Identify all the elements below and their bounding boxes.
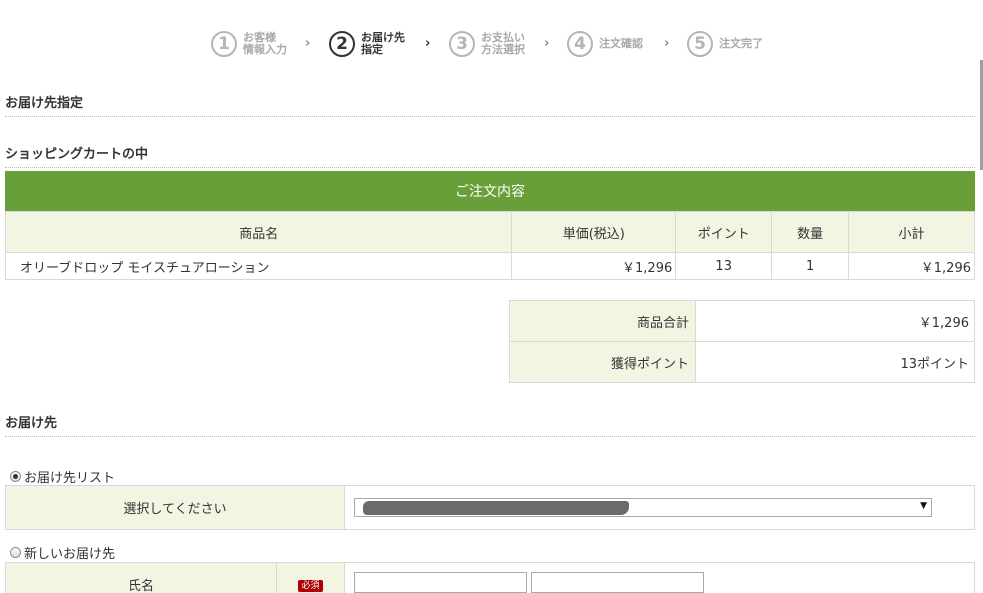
step-5-number: 5 bbox=[687, 31, 713, 57]
product-points: 13 bbox=[675, 252, 773, 280]
step-2: 2 お届け先 指定 bbox=[329, 28, 405, 60]
chevron-right-icon: › bbox=[305, 36, 311, 51]
step-4-number: 4 bbox=[567, 31, 593, 57]
name-label: 氏名 bbox=[5, 562, 277, 593]
table-row: 選択してください ▼ bbox=[5, 485, 975, 530]
new-address-option[interactable]: 新しいお届け先 bbox=[10, 543, 115, 562]
step-1-label: お客様 情報入力 bbox=[243, 31, 287, 56]
table-row: 獲得ポイント 13ポイント bbox=[509, 341, 975, 383]
totals-table: 商品合計 ￥1,296 獲得ポイント 13ポイント bbox=[509, 300, 975, 383]
points-value: 13ポイント bbox=[695, 341, 975, 383]
chevron-right-icon: › bbox=[544, 36, 550, 51]
redacted-address bbox=[363, 501, 629, 515]
chevron-right-icon: › bbox=[425, 36, 431, 51]
cart-header: ご注文内容 bbox=[5, 171, 975, 211]
step-4-label: 注文確認 bbox=[599, 37, 643, 50]
required-badge: 必須 bbox=[298, 580, 323, 592]
step-3-number: 3 bbox=[449, 31, 475, 57]
address-list-radio[interactable] bbox=[10, 471, 21, 482]
product-subtotal: ￥1,296 bbox=[848, 252, 975, 280]
address-select[interactable]: ▼ bbox=[354, 498, 932, 517]
step-2-number: 2 bbox=[329, 31, 355, 57]
first-name-input[interactable] bbox=[531, 572, 705, 593]
heading-cart: ショッピングカートの中 bbox=[5, 143, 975, 168]
address-list-option[interactable]: お届け先リスト bbox=[10, 467, 115, 486]
required-cell: 必須 bbox=[276, 562, 345, 593]
heading-delivery: お届け先 bbox=[5, 412, 975, 437]
product-name: オリーブドロップ モイスチュアローション bbox=[4, 252, 513, 280]
chevron-right-icon: › bbox=[664, 36, 670, 51]
cart-table: 商品名 単価(税込) ポイント 数量 小計 オリーブドロップ モイスチュアローシ… bbox=[4, 211, 975, 280]
name-inputs-cell bbox=[344, 562, 975, 593]
table-row: 氏名 必須 bbox=[5, 562, 975, 593]
address-select-table: 選択してください ▼ bbox=[5, 485, 975, 530]
step-3: 3 お支払い 方法選択 bbox=[449, 28, 525, 60]
address-select-cell: ▼ bbox=[344, 485, 975, 530]
address-list-label: お届け先リスト bbox=[24, 471, 116, 486]
step-1: 1 お客様 情報入力 bbox=[211, 28, 287, 60]
subtotal-label: 商品合計 bbox=[509, 300, 696, 342]
table-row: 商品合計 ￥1,296 bbox=[509, 300, 975, 342]
new-address-label: 新しいお届け先 bbox=[24, 547, 116, 562]
step-4: 4 注文確認 bbox=[567, 28, 643, 60]
step-3-label: お支払い 方法選択 bbox=[481, 31, 525, 56]
column-header: 単価(税込) bbox=[511, 211, 677, 253]
points-label: 獲得ポイント bbox=[509, 341, 696, 383]
chevron-down-icon: ▼ bbox=[920, 501, 927, 511]
step-5: 5 注文完了 bbox=[687, 28, 763, 60]
product-price: ￥1,296 bbox=[511, 252, 677, 280]
column-header: ポイント bbox=[675, 211, 773, 253]
new-address-table: 氏名 必須 bbox=[5, 562, 975, 593]
heading-delivery-spec: お届け先指定 bbox=[5, 92, 975, 117]
product-quantity: 1 bbox=[771, 252, 850, 280]
address-select-label: 選択してください bbox=[5, 485, 345, 530]
last-name-input[interactable] bbox=[354, 572, 527, 593]
column-header: 小計 bbox=[848, 211, 975, 253]
table-row: オリーブドロップ モイスチュアローション ￥1,296 13 1 ￥1,296 bbox=[4, 252, 975, 280]
column-header: 数量 bbox=[771, 211, 850, 253]
new-address-radio[interactable] bbox=[10, 547, 21, 558]
column-header: 商品名 bbox=[4, 211, 513, 253]
step-5-label: 注文完了 bbox=[719, 37, 763, 50]
step-2-label: お届け先 指定 bbox=[361, 31, 405, 56]
subtotal-value: ￥1,296 bbox=[695, 300, 975, 342]
cart-table-header-row: 商品名 単価(税込) ポイント 数量 小計 bbox=[4, 211, 975, 253]
checkout-steps: 1 お客様 情報入力 › 2 お届け先 指定 › 3 お支払い 方法選択 › 4… bbox=[0, 28, 983, 62]
step-1-number: 1 bbox=[211, 31, 237, 57]
